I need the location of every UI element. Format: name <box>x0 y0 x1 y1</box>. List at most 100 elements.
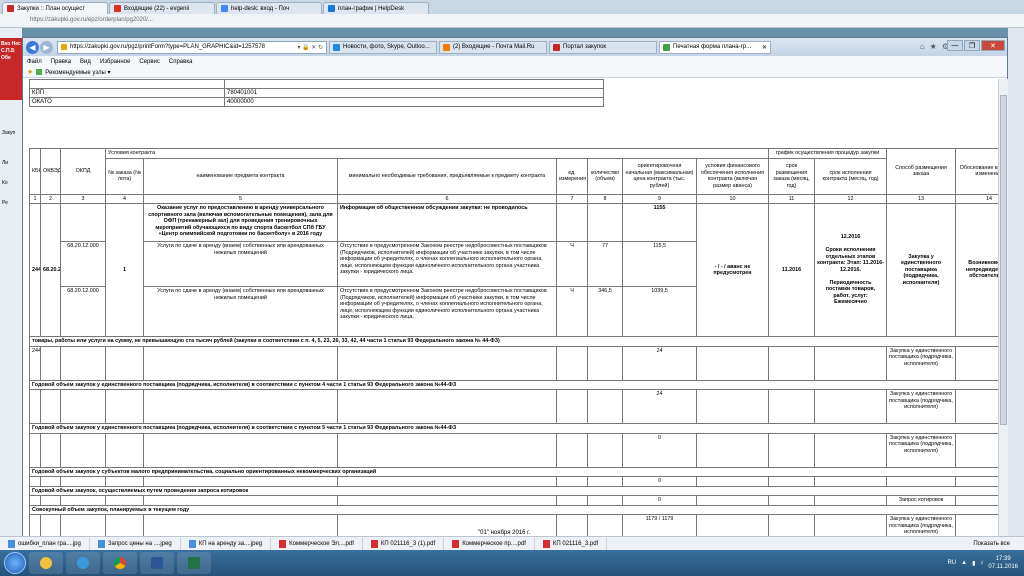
lot-total-price: 1155 <box>622 203 697 242</box>
section-kbk <box>29 495 41 506</box>
favorites-star-icon[interactable]: ★ <box>27 68 33 76</box>
start-button[interactable] <box>4 552 26 574</box>
menu-file[interactable]: Файл <box>27 59 42 65</box>
column-number: 11 <box>768 193 815 204</box>
header-num: № заказа (№ лота) <box>105 157 144 195</box>
ie-icon <box>77 557 89 569</box>
download-item[interactable]: КП 021116_3.pdf <box>535 537 608 550</box>
address-tools-icon[interactable]: ▾ 🔒 ✕ ↻ <box>297 44 323 51</box>
tab-news[interactable]: Новости, фото, Skype, Outloo... <box>329 40 437 54</box>
tray-arrow-icon[interactable]: ▲ <box>961 560 967 566</box>
address-bar[interactable]: https://zakupki.gov.ru/pgz/printForm?typ… <box>57 40 327 54</box>
menu-favorites[interactable]: Избранное <box>100 59 130 65</box>
address-text[interactable]: https://zakupki.gov.ru/pgz/printForm?typ… <box>70 44 265 50</box>
mail-icon <box>443 43 450 51</box>
language-indicator[interactable]: RU <box>947 560 956 566</box>
column-number: 8 <box>587 193 623 204</box>
taskbar-excel[interactable] <box>177 552 211 574</box>
page-content: КПП780401001 ОКАТО40000000 КБК ОКВЭД ОКП… <box>23 79 998 537</box>
back-button[interactable]: ◀ <box>26 40 39 54</box>
outer-browser-tabs: Закупки :: План осущест Входящие (22) - … <box>0 0 1024 14</box>
header-placing: срок размещения заказа (месяц, год) <box>768 157 815 195</box>
outer-tab-helpdesk-plan[interactable]: план-график | HelpDesk <box>323 2 429 14</box>
close-window-button[interactable]: ✕ <box>981 40 1005 51</box>
menu-tools[interactable]: Сервис <box>139 59 160 65</box>
lot-placing-date: 11.2016 <box>768 203 815 337</box>
column-number: 6 <box>337 193 557 204</box>
item-okpd: 68.20.12.000 <box>60 286 106 337</box>
section-method: Закупка у единственного поставщика (подр… <box>886 432 957 468</box>
tab-mail[interactable]: (2) Входящие - Почта Mail.Ru <box>439 40 547 54</box>
image-file-icon <box>97 539 105 548</box>
section-kbk: 244 <box>29 345 41 381</box>
section-kbk <box>29 389 41 424</box>
header-reason: Обоснование внесения изменений <box>955 148 998 195</box>
header-kbk: КБК <box>29 148 41 195</box>
pdf-file-icon <box>370 539 378 548</box>
taskbar-explorer[interactable] <box>29 552 63 574</box>
lot-kbk: 244 <box>29 203 41 337</box>
download-item[interactable]: Запрос цены на ....jpeg <box>90 537 181 550</box>
lot-title-row: 244 68.20.2 1 Оказание услуг по предоста… <box>29 203 998 337</box>
lot-okved: 68.20.2 <box>40 203 61 337</box>
msn-icon <box>333 43 340 51</box>
pdf-file-icon <box>279 539 287 548</box>
menu-edit[interactable]: Правка <box>51 59 71 65</box>
section-title-row: Годовой объем закупок у единственного по… <box>28 379 998 390</box>
maximize-button[interactable]: ❐ <box>964 40 980 51</box>
section-title-row: Совокупный объем закупок, планируемых в … <box>28 504 998 515</box>
outer-left-label: Ко <box>2 180 8 186</box>
section-title-row: Годовой объем закупок, осуществляемых пу… <box>28 485 998 496</box>
vertical-scrollbar[interactable] <box>998 79 1008 537</box>
close-tab-icon[interactable]: ✕ <box>762 44 767 51</box>
header-qty: количество (объем) <box>587 157 623 195</box>
section-method: Закупка у единственного поставщика (подр… <box>886 389 957 424</box>
header-req: минимально необходимые требования, предъ… <box>337 157 557 195</box>
tab-print-form[interactable]: Печатная форма плана-гр... ✕ <box>659 40 771 54</box>
downloads-bar: ошибки_план гра....jpg Запрос цены на ..… <box>0 536 1024 550</box>
column-number: 9 <box>622 193 697 204</box>
suggested-sites-link[interactable]: Рекомендуемые узлы ▾ <box>45 69 110 76</box>
clock[interactable]: 17:39 07.11.2016 <box>988 555 1018 571</box>
download-item[interactable]: КП на аренду за....jpeg <box>181 537 272 550</box>
download-item[interactable]: ошибки_план гра....jpg <box>0 537 90 550</box>
download-item[interactable]: Коммерческое пр....pdf <box>444 537 535 550</box>
item-okpd: 68.20.12.000 <box>60 241 106 287</box>
tab-portal[interactable]: Портал закупок <box>549 40 657 54</box>
helpdesk-icon <box>328 5 335 12</box>
scrollbar-thumb[interactable] <box>1000 95 1007 425</box>
section-price: 0 <box>622 432 697 468</box>
download-item[interactable]: КП 021116_3 (1).pdf <box>363 537 445 550</box>
minimize-button[interactable]: — <box>947 40 963 51</box>
outer-tab-inbox[interactable]: Входящие (22) - evgenii <box>109 2 215 14</box>
header-fin: условия финансового обеспечения исполнен… <box>696 157 769 195</box>
section-title: Годовой объем закупок, осуществляемых пу… <box>28 485 998 496</box>
item-requirements: Отсутствие в предусмотренном Законом рее… <box>337 286 557 337</box>
lot-number: 1 <box>105 203 144 337</box>
outer-address-bar[interactable]: https://zakupki.gov.ru/epz/orderplan/pg2… <box>0 14 1024 28</box>
outer-tab-helpdesk-login[interactable]: help-desk: вход - Поч <box>216 2 322 14</box>
menu-view[interactable]: Вид <box>80 59 91 65</box>
volume-icon[interactable]: ♪ <box>980 560 983 566</box>
column-number: 14 <box>955 193 998 204</box>
forward-button[interactable]: ▶ <box>40 40 53 54</box>
taskbar-chrome[interactable] <box>103 552 137 574</box>
network-icon[interactable]: ▮ <box>972 560 975 567</box>
column-number-row: 1 2 3 4 5 6 7 8 9 10 11 12 13 14 <box>29 193 998 204</box>
column-number: 2 <box>40 193 61 204</box>
item-price: 115,5 <box>622 241 697 287</box>
header-method: Способ размещения заказа <box>886 148 957 195</box>
show-all-downloads-link[interactable]: Показать все <box>973 541 1024 547</box>
item-unit: Ч <box>556 241 588 287</box>
section-method: Закупка у единственного поставщика (подр… <box>886 514 957 537</box>
header-row: КБК ОКВЭД ОКПД Условия контракта график … <box>29 148 998 195</box>
outer-tab-zakupki[interactable]: Закупки :: План осущест <box>2 2 108 14</box>
home-icon[interactable]: ⌂ <box>920 42 925 51</box>
taskbar-ie[interactable] <box>66 552 100 574</box>
taskbar-word[interactable] <box>140 552 174 574</box>
menu-help[interactable]: Справка <box>169 59 193 65</box>
favorites-star-icon[interactable]: ★ <box>930 42 937 51</box>
lot-execution: 12.2016 Сроки исполнения отдельных этапо… <box>813 203 888 337</box>
suggested-sites-icon <box>36 69 43 75</box>
download-item[interactable]: Коммерческое Эл....pdf <box>271 537 363 550</box>
